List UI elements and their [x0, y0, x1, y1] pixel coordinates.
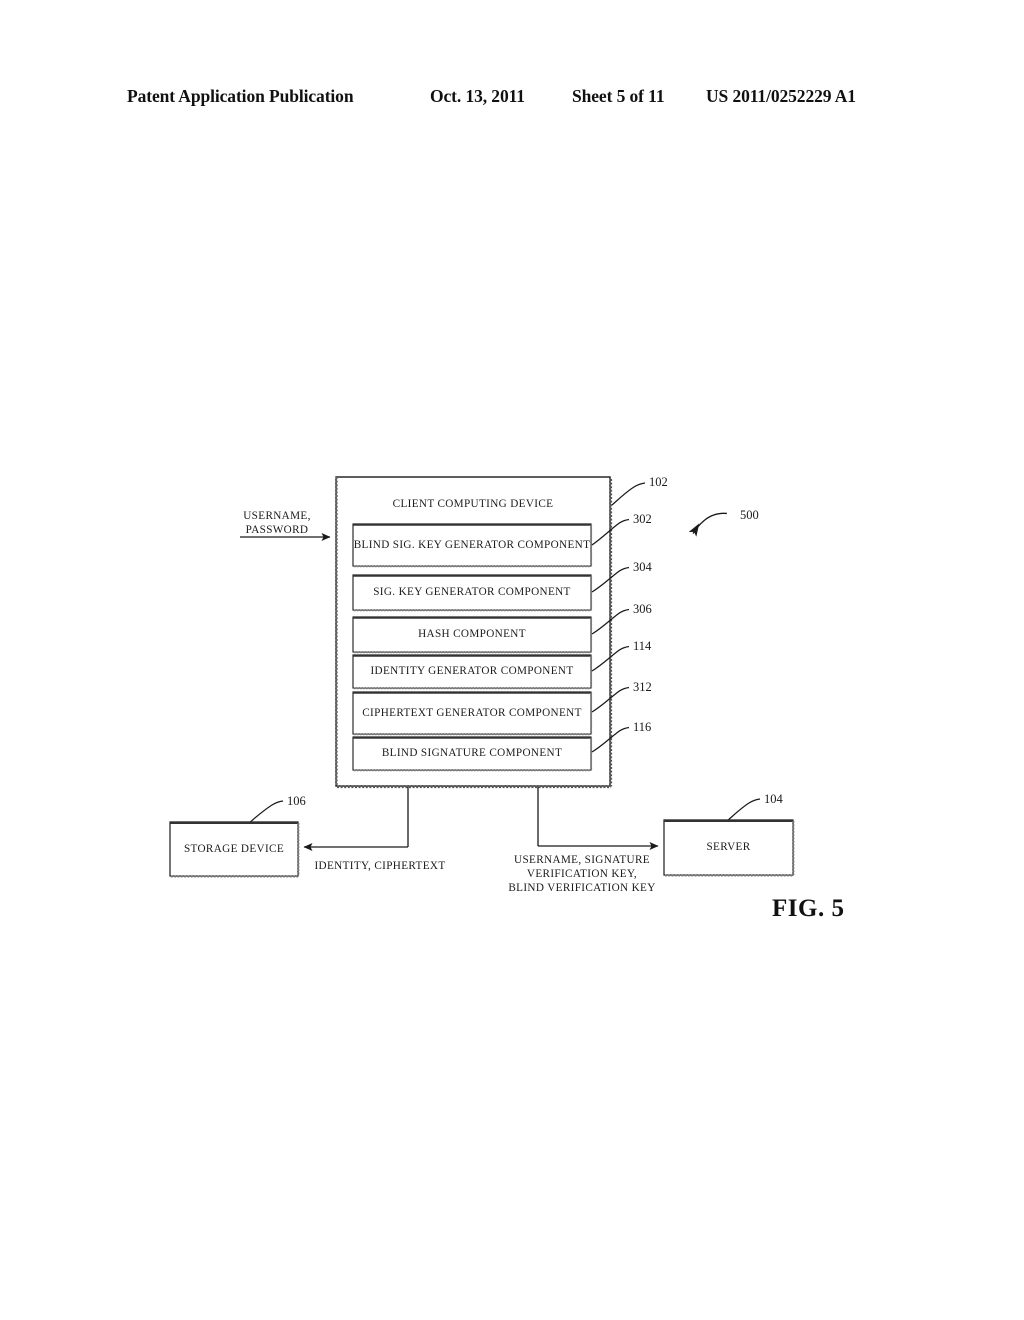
reference-numeral-304: 304 — [633, 560, 652, 574]
input-label-line1: USERNAME, — [243, 510, 311, 522]
component-label-hash[interactable]: HASH COMPONENT — [353, 617, 591, 652]
figure-number-leader — [688, 512, 727, 537]
reference-numeral-102: 102 — [649, 475, 668, 489]
component-label-identity-generator[interactable]: IDENTITY GENERATOR COMPONENT — [353, 655, 591, 688]
reference-numeral-306: 306 — [633, 602, 652, 616]
component-label-sig-key-generator[interactable]: SIG. KEY GENERATOR COMPONENT — [353, 575, 591, 610]
input-label-line2: PASSWORD — [245, 524, 309, 536]
server-label[interactable]: SERVER — [664, 820, 793, 875]
storage-device-label[interactable]: STORAGE DEVICE — [170, 822, 298, 876]
server-flow-label-line2: VERIFICATION KEY, — [526, 868, 638, 880]
component-label-blind-sig-key-generator[interactable]: BLIND SIG. KEY GENERATOR COMPONENT — [353, 524, 591, 566]
figure-caption: FIG. 5 — [772, 895, 845, 922]
server-flow-label-line3: BLIND VERIFICATION KEY — [508, 882, 656, 894]
reference-numeral-104: 104 — [764, 792, 783, 806]
storage-flow-label: IDENTITY, CIPHERTEXT — [314, 860, 446, 872]
patent-figure-5: CLIENT COMPUTING DEVICE BLIND SIG. KEY G… — [0, 0, 1024, 1320]
reference-numeral-116: 116 — [633, 720, 652, 734]
component-label-blind-signature[interactable]: BLIND SIGNATURE COMPONENT — [353, 737, 591, 770]
component-label-ciphertext-generator[interactable]: CIPHERTEXT GENERATOR COMPONENT — [353, 692, 591, 734]
server-flow-connector — [537, 787, 659, 850]
reference-numeral-312: 312 — [633, 680, 652, 694]
reference-numeral-500: 500 — [740, 508, 759, 522]
storage-flow-connector — [303, 787, 409, 851]
client-box-title: CLIENT COMPUTING DEVICE — [392, 498, 554, 510]
reference-numeral-114: 114 — [633, 639, 652, 653]
server-flow-label-line1: USERNAME, SIGNATURE — [514, 854, 650, 866]
reference-numeral-106: 106 — [287, 794, 306, 808]
reference-numeral-302: 302 — [633, 512, 652, 526]
